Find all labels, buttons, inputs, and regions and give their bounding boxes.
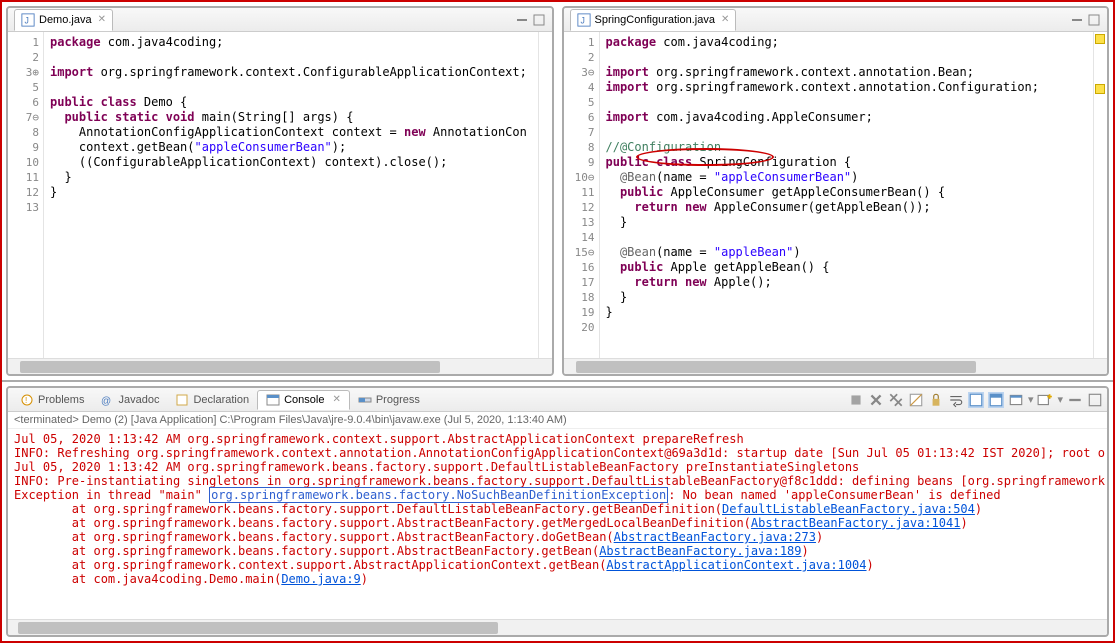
display-selected-icon[interactable] xyxy=(988,392,1004,408)
svg-text:@: @ xyxy=(101,396,111,407)
editor-right: J SpringConfiguration.java ✕ 1 2 3⊖ 4 5 … xyxy=(562,6,1110,376)
minimize-icon[interactable] xyxy=(515,13,529,27)
editors-split: J Demo.java ✕ 1 2 3⊕ 5 6 7⊖ 8 9 10 11 12… xyxy=(2,2,1113,382)
svg-text:J: J xyxy=(580,15,584,25)
new-console-icon[interactable] xyxy=(1037,392,1053,408)
progress-icon xyxy=(358,393,372,407)
tab-console[interactable]: Console ✕ xyxy=(257,390,350,410)
line-gutter: 1 2 3⊖ 4 5 6 7 8 9 10⊖ 11 12 13 14 15⊖ 1… xyxy=(564,32,600,358)
line-gutter: 1 2 3⊕ 5 6 7⊖ 8 9 10 11 12 13 xyxy=(8,32,44,358)
svg-text:J: J xyxy=(25,15,29,25)
tab-label: Demo.java xyxy=(39,14,92,26)
console-icon xyxy=(266,393,280,407)
java-file-icon: J xyxy=(577,13,591,27)
scroll-thumb[interactable] xyxy=(20,361,440,373)
code-content[interactable]: package com.java4coding;import org.sprin… xyxy=(44,32,538,358)
code-area-left[interactable]: 1 2 3⊕ 5 6 7⊖ 8 9 10 11 12 13 package co… xyxy=(8,32,552,358)
scroll-thumb[interactable] xyxy=(576,361,976,373)
tab-label: Console xyxy=(284,394,324,406)
minimize-icon[interactable] xyxy=(1067,392,1083,408)
maximize-icon[interactable] xyxy=(1087,392,1103,408)
clear-console-icon[interactable] xyxy=(908,392,924,408)
scroll-lock-icon[interactable] xyxy=(928,392,944,408)
tab-label: Javadoc xyxy=(118,394,159,406)
tab-declaration[interactable]: Declaration xyxy=(167,391,257,409)
warning-marker[interactable] xyxy=(1095,34,1105,44)
tab-springconfig-java[interactable]: J SpringConfiguration.java ✕ xyxy=(570,9,737,31)
problems-icon: ! xyxy=(20,393,34,407)
dropdown-icon[interactable]: ▾ xyxy=(1057,393,1063,406)
scrollbar-h[interactable] xyxy=(564,358,1108,374)
editor-left: J Demo.java ✕ 1 2 3⊕ 5 6 7⊖ 8 9 10 11 12… xyxy=(6,6,554,376)
close-icon[interactable]: ✕ xyxy=(98,14,106,25)
tab-demo-java[interactable]: J Demo.java ✕ xyxy=(14,9,113,31)
dropdown-icon[interactable]: ▾ xyxy=(1028,393,1034,406)
views-tabs: ! Problems @ Javadoc Declaration Console… xyxy=(8,388,1107,412)
tab-problems[interactable]: ! Problems xyxy=(12,391,92,409)
maximize-icon[interactable] xyxy=(532,13,546,27)
tab-label: Declaration xyxy=(193,394,249,406)
overview-ruler[interactable] xyxy=(1093,32,1107,358)
scrollbar-h[interactable] xyxy=(8,358,552,374)
overview-ruler[interactable] xyxy=(538,32,552,358)
word-wrap-icon[interactable] xyxy=(948,392,964,408)
code-content[interactable]: package com.java4coding;import org.sprin… xyxy=(600,32,1094,358)
code-area-right[interactable]: 1 2 3⊖ 4 5 6 7 8 9 10⊖ 11 12 13 14 15⊖ 1… xyxy=(564,32,1108,358)
tab-label: Problems xyxy=(38,394,84,406)
console-output[interactable]: Jul 05, 2020 1:13:42 AM org.springframew… xyxy=(8,429,1107,619)
warning-marker[interactable] xyxy=(1095,84,1105,94)
console-scrollbar[interactable] xyxy=(8,619,1107,635)
svg-text:!: ! xyxy=(25,396,27,405)
tab-javadoc[interactable]: @ Javadoc xyxy=(92,391,167,409)
close-icon[interactable]: ✕ xyxy=(332,394,340,405)
remove-launch-icon[interactable] xyxy=(868,392,884,408)
tab-progress[interactable]: Progress xyxy=(350,391,428,409)
minimize-icon[interactable] xyxy=(1070,13,1084,27)
pin-console-icon[interactable] xyxy=(968,392,984,408)
open-console-icon[interactable] xyxy=(1008,392,1024,408)
javadoc-icon: @ xyxy=(100,393,114,407)
scroll-thumb[interactable] xyxy=(18,622,498,634)
remove-all-icon[interactable] xyxy=(888,392,904,408)
java-file-icon: J xyxy=(21,13,35,27)
maximize-icon[interactable] xyxy=(1087,13,1101,27)
tab-label: Progress xyxy=(376,394,420,406)
console-toolbar: ▾ ▾ xyxy=(848,392,1103,408)
close-icon[interactable]: ✕ xyxy=(721,14,729,25)
bottom-views: ! Problems @ Javadoc Declaration Console… xyxy=(6,386,1109,637)
tab-label: SpringConfiguration.java xyxy=(595,14,715,26)
declaration-icon xyxy=(175,393,189,407)
terminate-icon[interactable] xyxy=(848,392,864,408)
tab-bar-left: J Demo.java ✕ xyxy=(8,8,552,32)
launch-terminated-label: <terminated> Demo (2) [Java Application]… xyxy=(8,412,1107,429)
tab-bar-right: J SpringConfiguration.java ✕ xyxy=(564,8,1108,32)
